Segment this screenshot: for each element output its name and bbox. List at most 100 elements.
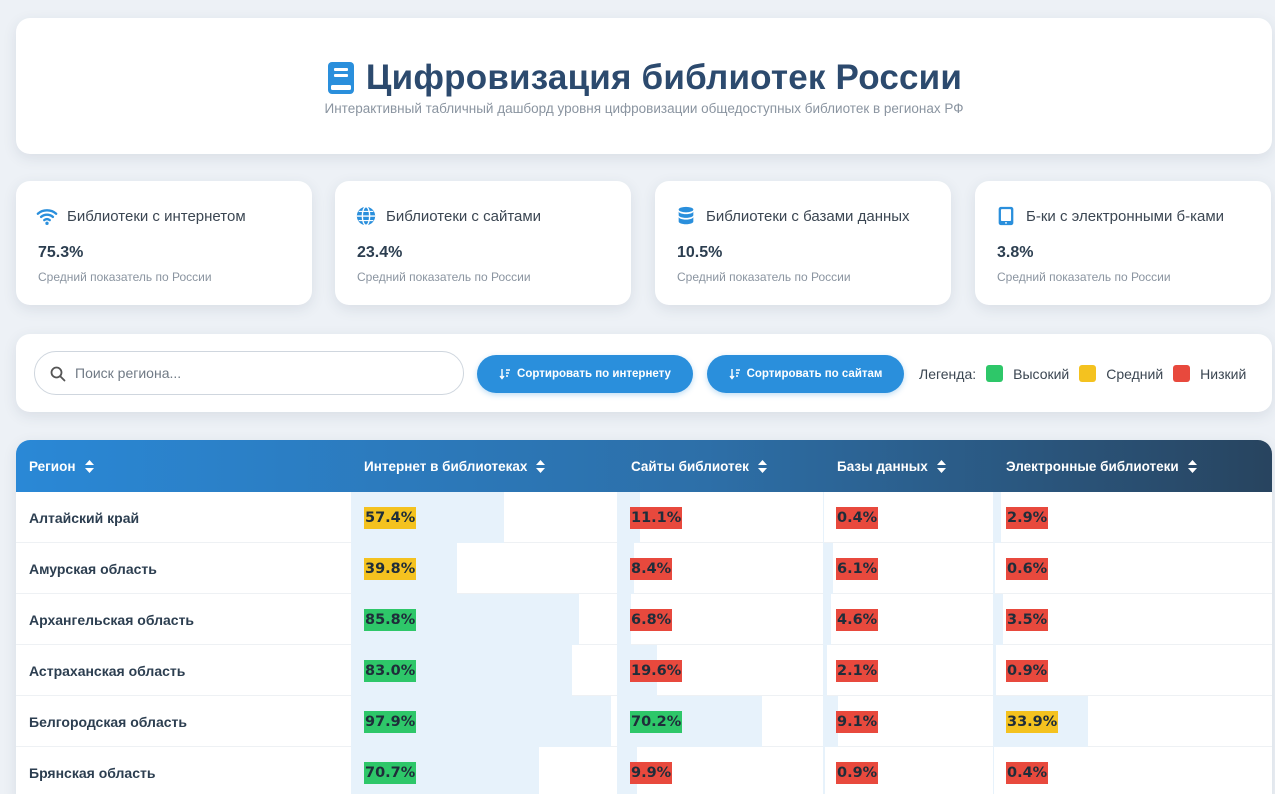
database-icon — [678, 206, 694, 225]
stat-card-internet: Библиотеки с интернетом 75.3% Средний по… — [16, 181, 312, 305]
value-label: 2.9% — [1006, 507, 1049, 529]
table-row: Алтайский край 57.4% 11.1% 0.4% 2.9% — [16, 492, 1272, 543]
stat-label: Библиотеки с сайтами — [386, 207, 542, 225]
stat-note: Средний показатель по России — [38, 270, 212, 284]
table-row: Астраханская область 83.0% 19.6% 2.1% 0.9% — [16, 645, 1272, 696]
stat-value: 23.4% — [357, 244, 403, 261]
legend-label: Легенда: — [919, 365, 977, 382]
region-name: Алтайский край — [29, 509, 140, 526]
sort-arrows-icon — [936, 459, 946, 473]
value-label: 0.9% — [1006, 660, 1049, 682]
value-label: 6.1% — [836, 558, 879, 580]
table-row: Белгородская область 97.9% 70.2% 9.1% 33.9% — [16, 696, 1272, 747]
sort-arrows-icon — [757, 459, 767, 473]
value-cell: 85.8% — [351, 594, 617, 645]
value-label: 0.4% — [1006, 762, 1049, 784]
value-label: 70.2% — [630, 711, 683, 733]
value-bar — [823, 492, 824, 543]
globe-icon — [356, 206, 376, 226]
value-bar — [993, 492, 1002, 543]
wifi-icon — [36, 209, 58, 225]
value-label: 3.5% — [1006, 609, 1049, 631]
value-cell: 11.1% — [617, 492, 823, 543]
column-header-sites[interactable]: Сайты библиотек — [631, 440, 767, 492]
value-cell: 9.9% — [617, 747, 823, 794]
value-label: 6.8% — [630, 609, 673, 631]
column-header-databases[interactable]: Базы данных — [837, 440, 946, 492]
value-label: 70.7% — [364, 762, 417, 784]
title-row: Цифровизация библиотек России — [16, 58, 1272, 98]
sort-arrows-icon — [536, 459, 546, 473]
value-bar — [993, 543, 995, 594]
stat-label: Библиотеки с интернетом — [67, 207, 246, 225]
value-bar — [823, 543, 834, 594]
stat-note: Средний показатель по России — [997, 270, 1171, 284]
tablet-icon — [998, 206, 1014, 226]
column-header-ebooks[interactable]: Электронные библиотеки — [1006, 440, 1197, 492]
value-bar — [993, 645, 996, 696]
legend-swatch-mid — [1079, 365, 1097, 382]
stat-card-ebooks: Б-ки с электронными б-ками 3.8% Средний … — [975, 181, 1271, 305]
column-header-internet[interactable]: Интернет в библиотеках — [364, 440, 546, 492]
value-label: 0.9% — [836, 762, 879, 784]
sort-sites-button[interactable]: Сортировать по сайтам — [707, 355, 904, 393]
book-icon — [327, 62, 354, 94]
value-cell: 2.9% — [993, 492, 1272, 543]
region-name: Амурская область — [29, 560, 157, 577]
search-box[interactable] — [34, 351, 464, 395]
region-name: Брянская область — [29, 764, 156, 781]
value-bar — [823, 747, 825, 794]
value-cell: 0.6% — [993, 543, 1272, 594]
legend-low-label: Низкий — [1200, 365, 1247, 382]
value-cell: 0.9% — [823, 747, 993, 794]
value-cell: 9.1% — [823, 696, 993, 747]
value-cell: 70.2% — [617, 696, 823, 747]
sort-icon — [499, 369, 511, 380]
sort-internet-label: Сортировать по интернету — [517, 368, 671, 380]
page-title: Цифровизация библиотек России — [365, 58, 963, 97]
value-label: 9.1% — [836, 711, 879, 733]
table-row: Брянская область 70.7% 9.9% 0.9% 0.4% — [16, 747, 1272, 794]
stat-label: Библиотеки с базами данных — [706, 207, 910, 225]
value-cell: 0.4% — [993, 747, 1272, 794]
value-label: 83.0% — [364, 660, 417, 682]
value-label: 9.9% — [630, 762, 673, 784]
value-label: 8.4% — [630, 558, 673, 580]
value-cell: 0.4% — [823, 492, 993, 543]
column-header-region[interactable]: Регион — [29, 440, 94, 492]
stat-note: Средний показатель по России — [357, 270, 531, 284]
region-name: Белгородская область — [29, 713, 187, 730]
legend-mid-label: Средний — [1106, 365, 1164, 382]
value-label: 0.4% — [836, 507, 879, 529]
sort-icon — [729, 369, 740, 380]
value-cell: 70.7% — [351, 747, 617, 794]
value-label: 85.8% — [364, 609, 417, 631]
value-cell: 97.9% — [351, 696, 617, 747]
sort-internet-button[interactable]: Сортировать по интернету — [477, 355, 693, 393]
value-cell: 0.9% — [993, 645, 1272, 696]
value-cell: 6.8% — [617, 594, 823, 645]
legend-high-label: Высокий — [1013, 365, 1070, 382]
table-header: Регион Интернет в библиотеках Сайты библ… — [16, 440, 1272, 492]
table-row: Амурская область 39.8% 8.4% 6.1% 0.6% — [16, 543, 1272, 594]
regions-table: Регион Интернет в библиотеках Сайты библ… — [16, 440, 1272, 794]
stat-value: 10.5% — [677, 244, 723, 261]
legend: Легенда: Высокий Средний Низкий — [919, 365, 1246, 382]
value-bar — [993, 747, 995, 794]
value-cell: 2.1% — [823, 645, 993, 696]
stat-value: 3.8% — [997, 244, 1034, 261]
stat-note: Средний показатель по России — [677, 270, 851, 284]
stat-card-databases: Библиотеки с базами данных 10.5% Средний… — [655, 181, 951, 305]
value-cell: 3.5% — [993, 594, 1272, 645]
value-bar — [993, 594, 1003, 645]
value-cell: 19.6% — [617, 645, 823, 696]
stat-card-sites: Библиотеки с сайтами 23.4% Средний показ… — [335, 181, 631, 305]
search-input[interactable] — [75, 362, 445, 384]
value-bar — [617, 594, 631, 645]
value-label: 39.8% — [364, 558, 417, 580]
page-subtitle: Интерактивный табличный дашборд уровня ц… — [324, 101, 964, 116]
search-icon — [50, 366, 66, 382]
value-cell: 57.4% — [351, 492, 617, 543]
sort-sites-label: Сортировать по сайтам — [746, 368, 883, 380]
value-cell: 8.4% — [617, 543, 823, 594]
